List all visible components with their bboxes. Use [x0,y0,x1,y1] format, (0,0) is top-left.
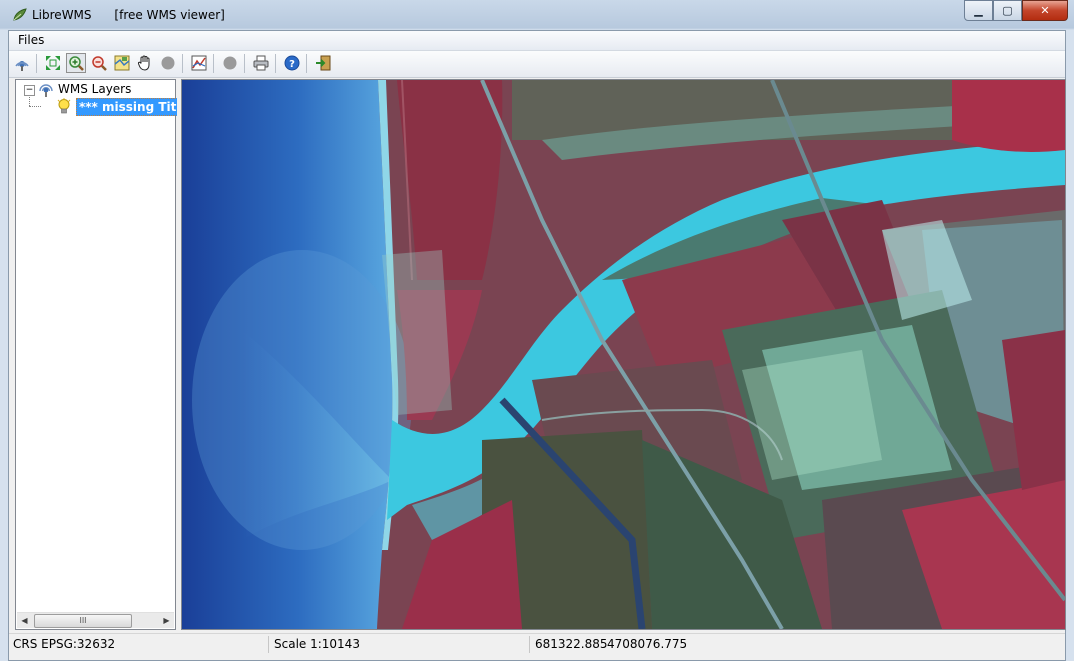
zoom-layer-button[interactable] [112,53,132,73]
menu-bar: Files [9,31,1065,51]
map-canvas[interactable] [181,79,1066,630]
scroll-left-arrow-icon[interactable]: ◀ [17,613,32,628]
app-subtitle: [free WMS viewer] [114,8,225,22]
wms-layers-icon [39,84,53,97]
main-client-area: Files ? − WMS Layers *** missing Title ◀… [8,30,1066,661]
help-icon: ? [284,55,300,71]
disabled-tool-button[interactable] [220,53,240,73]
help-button[interactable]: ? [282,53,302,73]
disabled-tool-button[interactable] [158,53,178,73]
zoom-out-button[interactable] [89,53,109,73]
layer-properties-icon [191,55,207,71]
toolbar-separator [306,54,307,73]
exit-button[interactable] [313,53,333,73]
print-icon [253,55,269,71]
layer-properties-button[interactable] [189,53,209,73]
disabled-gray-icon [223,56,237,70]
wms-connect-icon [15,61,29,71]
tree-item-wms-layers[interactable]: WMS Layers [58,82,131,96]
minimize-button[interactable]: ▁ [964,0,993,21]
close-icon: ✕ [1040,4,1050,17]
toolbar-separator [275,54,276,73]
layer-tree-panel[interactable]: − WMS Layers *** missing Title ◀ III ▶ [15,79,192,630]
toolbar: ? [9,51,1065,78]
tree-item-layer[interactable]: *** missing Title [76,98,192,116]
menu-files[interactable]: Files [18,33,44,47]
status-x-coordinate: 681322.885 [535,637,608,651]
zoom-layer-icon [114,55,130,71]
disabled-gray-icon [161,56,175,70]
status-separator [268,636,269,653]
title-bar[interactable]: LibreWMS [free WMS viewer] ▁ ▢ ✕ [0,0,1074,30]
status-separator [529,636,530,653]
app-logo-icon [13,8,27,21]
pan-button[interactable] [135,53,155,73]
scroll-right-arrow-icon[interactable]: ▶ [159,613,174,628]
toolbar-separator [182,54,183,73]
lightbulb-icon [57,98,71,114]
status-y-coordinate: 4708076.775 [607,637,688,651]
status-bar: CRS EPSG:32632 Scale 1:10143 681322.885 … [9,633,1065,656]
toolbar-separator [244,54,245,73]
toolbar-separator [213,54,214,73]
app-window: LibreWMS [free WMS viewer] ▁ ▢ ✕ Files ?… [0,0,1074,661]
app-name: LibreWMS [32,8,92,22]
status-crs: CRS EPSG:32632 [13,637,116,651]
zoom-full-extent-button[interactable] [43,53,63,73]
maximize-button[interactable]: ▢ [993,0,1022,21]
status-scale: Scale 1:10143 [274,637,360,651]
tree-collapse-toggle[interactable]: − [24,85,35,96]
svg-text:?: ? [289,59,295,70]
print-button[interactable] [251,53,271,73]
window-title: LibreWMS [free WMS viewer] [32,8,225,22]
tree-connector [29,106,41,107]
zoom-in-icon [69,56,84,71]
close-button[interactable]: ✕ [1022,0,1068,21]
wms-connect-button[interactable] [12,53,32,73]
pan-hand-icon [138,55,150,71]
zoom-full-extent-icon [46,56,60,70]
zoom-out-icon [92,56,107,71]
scrollbar-thumb[interactable]: III [34,614,132,628]
minimize-icon: ▁ [974,4,983,17]
maximize-icon: ▢ [1002,4,1013,17]
toolbar-separator [36,54,37,73]
satellite-image [182,80,1065,629]
window-controls: ▁ ▢ ✕ [964,0,1068,21]
exit-icon [316,55,331,71]
zoom-in-button[interactable] [66,53,86,73]
horizontal-scrollbar[interactable]: ◀ III ▶ [17,612,174,628]
